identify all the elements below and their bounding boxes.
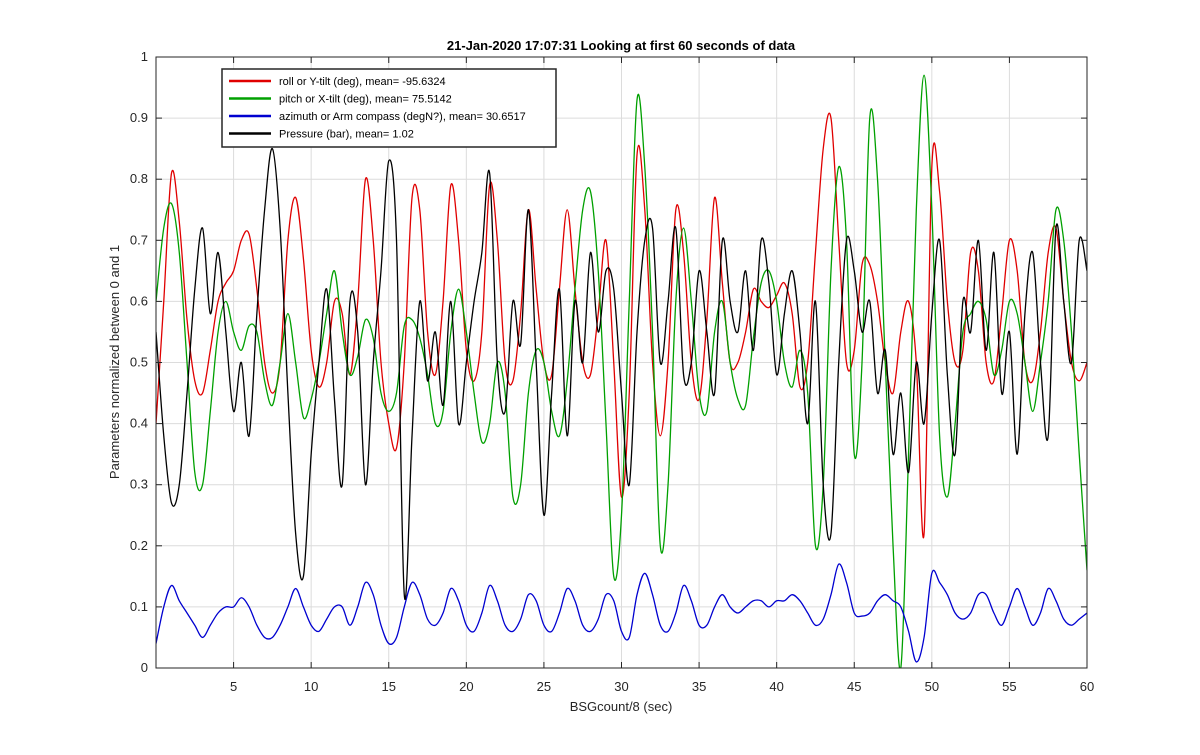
x-tick-label: 40 (769, 679, 783, 694)
x-tick-label: 45 (847, 679, 861, 694)
y-tick-label: 0.1 (130, 599, 148, 614)
y-axis-label: Parameters normalized between 0 and 1 (107, 245, 122, 479)
y-tick-label: 0.7 (130, 232, 148, 247)
y-tick-label: 0.5 (130, 355, 148, 370)
legend-label-0: roll or Y-tilt (deg), mean= -95.6324 (279, 76, 446, 88)
y-tick-label: 0 (141, 660, 148, 675)
x-tick-label: 20 (459, 679, 473, 694)
x-tick-label: 55 (1002, 679, 1016, 694)
x-tick-label: 30 (614, 679, 628, 694)
x-tick-label: 35 (692, 679, 706, 694)
x-tick-label: 10 (304, 679, 318, 694)
x-tick-label: 60 (1080, 679, 1094, 694)
legend: roll or Y-tilt (deg), mean= -95.6324 pitc… (221, 68, 557, 148)
y-tick-label: 1 (141, 49, 148, 64)
x-axis-label: BSGcount/8 (sec) (570, 699, 673, 714)
legend-label-3: Pressure (bar), mean= 1.02 (279, 129, 414, 141)
y-tick-label: 0.2 (130, 538, 148, 553)
legend-label-1: pitch or X-tilt (deg), mean= 75.5142 (279, 94, 452, 106)
line-chart: 5 10 15 20 25 30 35 40 45 50 55 60 0 0.1 0.2 0.3 0.4 0.5 0… (107, 38, 1094, 714)
x-tick-label: 50 (925, 679, 939, 694)
figure: 5 10 15 20 25 30 35 40 45 50 55 60 0 0.1 0.2 0.3 0.4 0.5 0… (0, 0, 1200, 750)
y-tick-label: 0.8 (130, 171, 148, 186)
legend-label-2: azimuth or Arm compass (degN?), mean= 30… (279, 111, 526, 123)
y-tick-label: 0.6 (130, 293, 148, 308)
y-tick-label: 0.4 (130, 416, 148, 431)
chart-title: 21-Jan-2020 17:07:31 Looking at first 60… (447, 38, 796, 53)
y-tick-label: 0.3 (130, 477, 148, 492)
y-tick-label: 0.9 (130, 110, 148, 125)
x-tick-label: 5 (230, 679, 237, 694)
x-tick-label: 25 (537, 679, 551, 694)
x-tick-label: 15 (382, 679, 396, 694)
